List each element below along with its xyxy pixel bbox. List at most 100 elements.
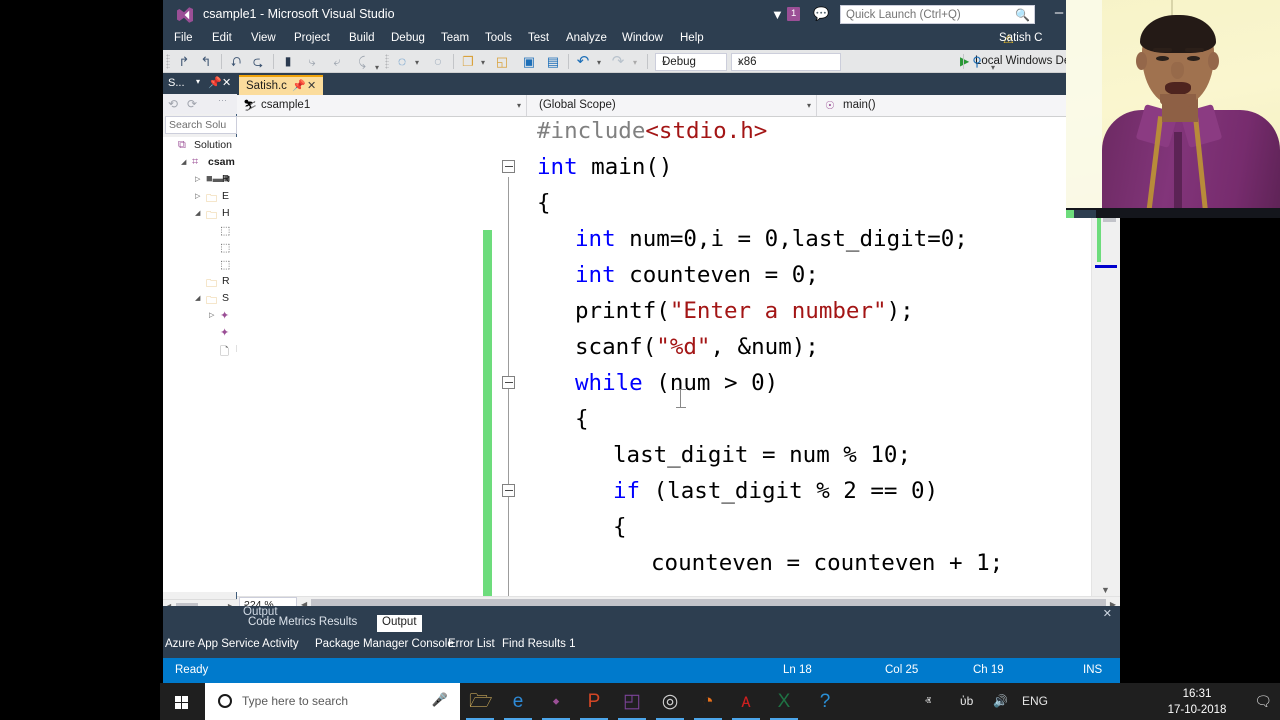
code-line[interactable]: counteven = counteven + 1; [651, 545, 1003, 581]
code-line[interactable]: { [537, 185, 551, 221]
pin-icon[interactable]: 📌 [292, 79, 306, 92]
file-explorer-icon[interactable]: 🗁 [460, 683, 500, 720]
solution-tree[interactable]: ⧉Solution◢⌗csam▷■▬■R▷🗀E◢🗀H⬚⬚⬚🗀R◢🗀S▷✦✦🗋R [163, 137, 237, 592]
menu-item-build[interactable]: Build [348, 32, 376, 44]
code-line[interactable]: { [575, 401, 589, 437]
toolbar-overflow-icon[interactable]: ▾ [991, 63, 995, 72]
save-icon[interactable]: ▣ [520, 53, 538, 70]
code-line[interactable]: { [613, 509, 627, 545]
outlining-margin[interactable] [499, 117, 519, 657]
decrease-indent-icon[interactable]: ⮎ [249, 53, 267, 70]
collapse-all-icon[interactable]: ⟳ [187, 97, 197, 111]
tab-output[interactable]: Output [377, 615, 422, 632]
chevron-down-icon[interactable]: ▾ [415, 58, 419, 67]
chevron-down-icon[interactable]: ▾ [517, 101, 521, 110]
undo-icon[interactable]: ↶ [574, 53, 592, 70]
chevron-down-icon[interactable]: ▾ [597, 58, 601, 67]
menu-item-view[interactable]: View [250, 32, 277, 44]
language-indicator[interactable]: ENG [1022, 694, 1048, 708]
code-line[interactable]: if (last_digit % 2 == 0) [613, 473, 938, 509]
next-bookmark-icon[interactable]: ⤷ [303, 53, 321, 70]
solution-platform-combo[interactable]: x86 ▾ [731, 53, 841, 71]
scroll-down-icon[interactable]: ▼ [1101, 585, 1110, 595]
menu-item-debug[interactable]: Debug [390, 32, 426, 44]
navigate-forward-icon[interactable]: ↰ [197, 53, 215, 70]
navigate-forward-arrow-icon[interactable]: ○ [429, 53, 447, 70]
navigate-back-arrow-icon[interactable]: ◌ [393, 53, 411, 70]
firefox-icon[interactable]: ◔ [688, 683, 728, 720]
save-all-icon[interactable]: ▤ [544, 53, 562, 70]
clear-bookmarks-icon[interactable]: ⤹ [353, 53, 371, 70]
volume-icon[interactable]: 🔊 [993, 694, 1008, 708]
menu-item-analyze[interactable]: Analyze [565, 32, 608, 44]
navbar-scope-combo[interactable]: (Global Scope) ▾ [527, 95, 817, 116]
code-line[interactable]: scanf("%d", &num); [575, 329, 819, 365]
taskbar-search-box[interactable]: Type here to search 🎤 [205, 683, 460, 720]
open-file-icon[interactable]: ◱ [493, 53, 511, 70]
tab-find-results-1[interactable]: Find Results 1 [502, 638, 576, 656]
expander-arrow-icon[interactable]: ◢ [195, 294, 200, 302]
menu-item-project[interactable]: Project [293, 32, 331, 44]
expander-arrow-icon[interactable]: ▷ [209, 311, 214, 319]
cortana-ring-icon[interactable] [218, 694, 232, 708]
send-feedback-icon[interactable]: 💬 [813, 6, 829, 22]
collapse-region-toggle[interactable] [502, 376, 515, 389]
code-line[interactable]: int counteven = 0; [575, 257, 819, 293]
excel-icon[interactable]: X [764, 683, 804, 720]
onenote-icon[interactable]: ◰ [612, 683, 652, 720]
toolbar-grip[interactable] [385, 54, 389, 69]
toolbar-overflow-icon[interactable]: ▾ [375, 63, 379, 72]
taskbar-clock[interactable]: 16:31 17-10-2018 [1160, 686, 1234, 718]
attach-to-process-icon[interactable]: ⚲ [968, 53, 986, 70]
notification-flag-icon[interactable]: ▼ [771, 7, 784, 22]
windows-start-icon[interactable] [160, 683, 205, 720]
visual-studio-icon[interactable]: ⬩ [536, 683, 576, 720]
previous-bookmark-icon[interactable]: ⤶ [328, 53, 346, 70]
menu-item-edit[interactable]: Edit [211, 32, 233, 44]
close-icon[interactable]: ✕ [222, 76, 231, 89]
menu-item-help[interactable]: Help [679, 32, 705, 44]
powerpoint-icon[interactable]: P [574, 683, 614, 720]
expander-arrow-icon[interactable]: ◢ [195, 209, 200, 217]
code-editor-surface[interactable]: #include<stdio.h> int main(){int num=0,i … [237, 117, 1120, 657]
refresh-icon[interactable]: ⟲ [168, 97, 178, 111]
new-item-icon[interactable]: ❐ [459, 53, 477, 70]
battery-icon[interactable]: ὐb [960, 694, 973, 708]
code-line[interactable]: last_digit = num % 10; [613, 437, 911, 473]
menu-item-team[interactable]: Team [440, 32, 470, 44]
obs-studio-icon[interactable]: ◎ [650, 683, 690, 720]
code-line[interactable]: #include<stdio.h> [537, 117, 767, 149]
code-line[interactable]: int main() [537, 149, 672, 185]
tab-azure-app-service-activity[interactable]: Azure App Service Activity [165, 638, 299, 656]
collapse-region-toggle[interactable] [502, 160, 515, 173]
tab-code-metrics-results[interactable]: Code Metrics Results [243, 615, 362, 632]
expander-arrow-icon[interactable]: ◢ [181, 158, 186, 166]
toolbar-grip[interactable] [166, 54, 170, 69]
chevron-down-icon[interactable]: ▾ [738, 58, 836, 67]
chevron-down-icon[interactable]: ▾ [633, 58, 637, 67]
bookmark-icon[interactable]: ▮ [279, 53, 297, 70]
chevron-down-icon[interactable]: ▾ [196, 77, 200, 86]
close-icon[interactable]: ✕ [307, 79, 316, 92]
user-account-label[interactable]: Satish C [999, 32, 1042, 44]
quick-launch-box[interactable]: 🔍 [840, 5, 1035, 24]
search-input[interactable] [846, 6, 1011, 23]
search-input[interactable]: Search Solu [165, 116, 237, 134]
solution-configuration-combo[interactable]: Debug ▾ [655, 53, 727, 71]
tab-error-list[interactable]: Error List [448, 638, 495, 656]
collapse-region-toggle[interactable] [502, 484, 515, 497]
expander-arrow-icon[interactable]: ▷ [195, 175, 200, 183]
help-icon[interactable]: ? [805, 683, 845, 720]
close-icon[interactable]: ✕ [1103, 607, 1112, 620]
chevron-down-icon[interactable]: ▾ [662, 58, 722, 67]
chevron-down-icon[interactable]: ▾ [807, 101, 811, 110]
adobe-reader-icon[interactable]: ᴀ [726, 683, 766, 720]
search-icon[interactable]: 🔍 [1015, 8, 1030, 22]
microphone-icon[interactable]: 🎤 [432, 692, 448, 708]
menu-item-window[interactable]: Window [621, 32, 664, 44]
menu-item-file[interactable]: File [173, 32, 194, 44]
navbar-project-combo[interactable]: ⛷ csample1 ▾ [237, 95, 527, 116]
tab-package-manager-console[interactable]: Package Manager Console [315, 638, 454, 656]
edge-browser-icon[interactable]: e [498, 683, 538, 720]
menu-item-test[interactable]: Test [527, 32, 550, 44]
